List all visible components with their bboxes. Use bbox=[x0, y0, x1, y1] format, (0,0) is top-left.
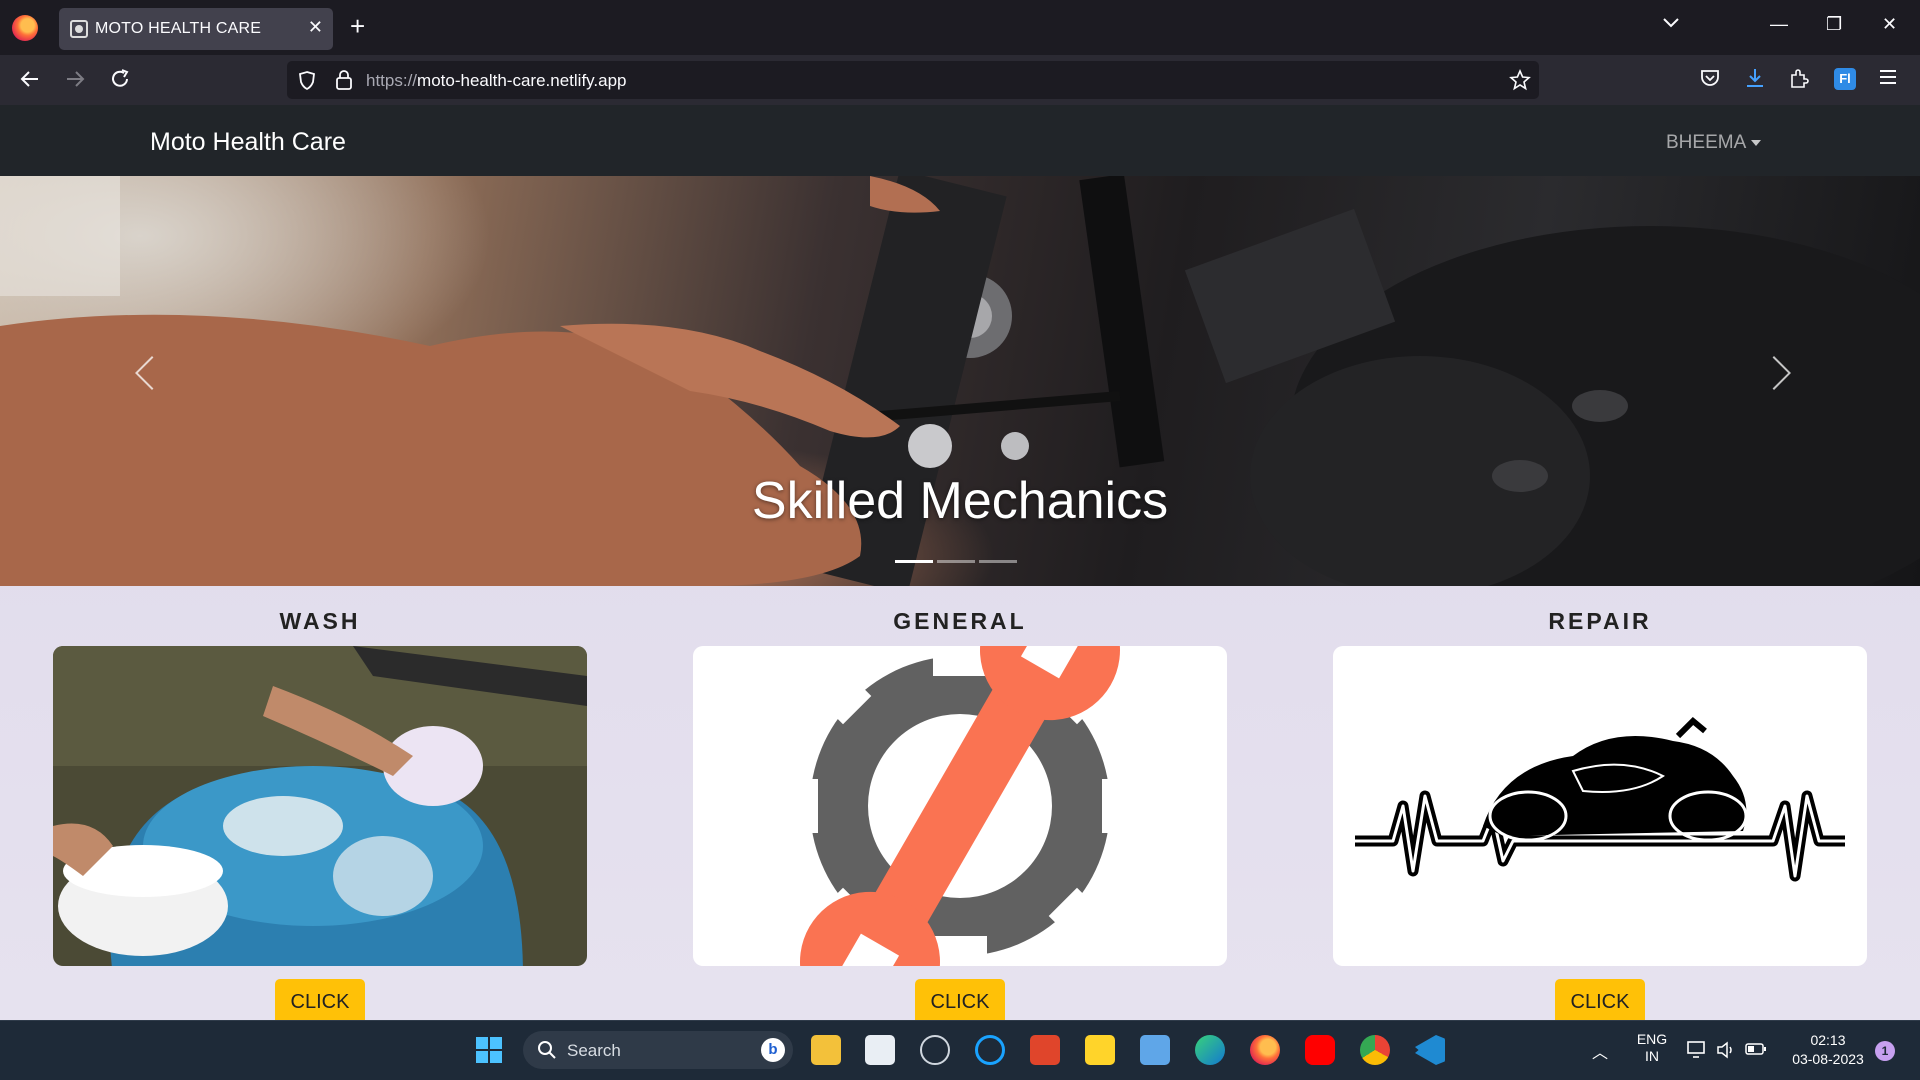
site-brand[interactable]: Moto Health Care bbox=[150, 128, 346, 157]
clock[interactable]: 02:13 03-08-2023 bbox=[1782, 1031, 1874, 1069]
user-name: BHEEMA bbox=[1666, 132, 1747, 153]
general-image bbox=[693, 646, 1227, 966]
search-icon bbox=[538, 1041, 556, 1059]
volume-icon[interactable] bbox=[1716, 1040, 1736, 1060]
browser-tabstrip: MOTO HEALTH CARE ✕ + — ❐ ✕ bbox=[0, 0, 1920, 55]
chrome-icon[interactable] bbox=[1360, 1035, 1390, 1065]
tab-title: MOTO HEALTH CARE bbox=[95, 20, 262, 37]
carousel-indicators bbox=[895, 550, 1021, 568]
clock-date: 03-08-2023 bbox=[1792, 1051, 1864, 1067]
site-navbar: Moto Health Care BHEEMA bbox=[0, 105, 1920, 176]
chevron-up-icon[interactable]: ︿ bbox=[1592, 1039, 1608, 1063]
extensions-icon[interactable] bbox=[1788, 67, 1810, 89]
hero-caption: Skilled Mechanics bbox=[751, 472, 1169, 530]
url-host: moto-health-care.netlify.app bbox=[417, 71, 627, 90]
restore-window-icon[interactable]: ❐ bbox=[1826, 14, 1842, 35]
url-text[interactable]: https://moto-health-care.netlify.app bbox=[366, 71, 627, 91]
minimize-window-icon[interactable]: — bbox=[1770, 14, 1788, 35]
address-bar[interactable]: https://moto-health-care.netlify.app bbox=[287, 61, 1539, 99]
dell-icon[interactable] bbox=[920, 1035, 950, 1065]
service-wash: WASH CLICK bbox=[53, 586, 587, 1020]
notification-badge[interactable]: 1 bbox=[1875, 1041, 1895, 1061]
wash-image bbox=[53, 646, 587, 966]
close-tab-icon[interactable]: ✕ bbox=[308, 17, 323, 38]
taskbar-search[interactable]: Search b bbox=[523, 1031, 793, 1069]
cortana-icon[interactable] bbox=[975, 1035, 1005, 1065]
general-click-button[interactable]: CLICK bbox=[914, 979, 1006, 1020]
youtube-icon[interactable] bbox=[1305, 1035, 1335, 1065]
bookmark-star-icon[interactable] bbox=[1509, 69, 1531, 91]
repair-click-button[interactable]: CLICK bbox=[1554, 979, 1646, 1020]
notepad-icon[interactable] bbox=[1140, 1035, 1170, 1065]
firefox-icon[interactable] bbox=[12, 15, 38, 41]
carousel-indicator[interactable] bbox=[937, 560, 975, 563]
carousel-indicator[interactable] bbox=[979, 560, 1017, 563]
shield-icon[interactable] bbox=[297, 70, 317, 90]
hero-carousel: Skilled Mechanics bbox=[0, 176, 1920, 586]
service-title: GENERAL bbox=[893, 608, 1027, 634]
service-general: GENERAL CLICK bbox=[693, 586, 1227, 1020]
service-title: WASH bbox=[279, 608, 361, 634]
web-page: Moto Health Care BHEEMA Skilled Mechanic… bbox=[0, 105, 1920, 1020]
windows-taskbar: Search b ︿ ENG IN 02:13 03-08-2023 1 bbox=[0, 1020, 1920, 1080]
back-icon[interactable] bbox=[18, 67, 42, 91]
pocket-icon[interactable] bbox=[1699, 67, 1721, 89]
repair-image bbox=[1333, 646, 1867, 966]
site-favicon-icon bbox=[70, 20, 88, 38]
close-window-icon[interactable]: ✕ bbox=[1882, 14, 1897, 35]
user-dropdown[interactable]: BHEEMA bbox=[1666, 132, 1762, 154]
service-title: REPAIR bbox=[1548, 608, 1652, 634]
url-protocol: https:// bbox=[366, 71, 418, 90]
downloads-icon[interactable] bbox=[1744, 67, 1766, 89]
browser-toolbar: https://moto-health-care.netlify.app Fl bbox=[0, 55, 1920, 105]
microsoft-store-icon[interactable] bbox=[865, 1035, 895, 1065]
firefox-taskbar-icon[interactable] bbox=[1250, 1035, 1280, 1065]
reload-icon[interactable] bbox=[108, 67, 132, 91]
language-indicator[interactable]: ENG IN bbox=[1632, 1031, 1672, 1065]
vscode-icon[interactable] bbox=[1415, 1035, 1445, 1065]
lang-top: ENG bbox=[1636, 1031, 1668, 1047]
lang-bottom: IN bbox=[1645, 1048, 1659, 1064]
search-label: Search bbox=[567, 1041, 621, 1060]
clock-time: 02:13 bbox=[1810, 1032, 1846, 1048]
windows-start-icon[interactable] bbox=[474, 1035, 504, 1065]
browser-tab-active[interactable]: MOTO HEALTH CARE ✕ bbox=[59, 8, 333, 50]
wash-click-button[interactable]: CLICK bbox=[274, 979, 366, 1020]
network-icon[interactable] bbox=[1686, 1040, 1708, 1060]
forward-icon[interactable] bbox=[63, 67, 87, 91]
sticky-notes-icon[interactable] bbox=[1085, 1035, 1115, 1065]
motorcycle-heartbeat-icon bbox=[1355, 716, 1845, 882]
power-app-icon[interactable] bbox=[1030, 1035, 1060, 1065]
gear-wrench-icon bbox=[788, 646, 1132, 966]
file-explorer-icon[interactable] bbox=[811, 1035, 841, 1065]
edge-icon[interactable] bbox=[1195, 1035, 1225, 1065]
lock-icon[interactable] bbox=[335, 69, 353, 91]
app-menu-icon[interactable] bbox=[1878, 67, 1898, 87]
bing-icon[interactable]: b bbox=[761, 1038, 785, 1062]
carousel-indicator[interactable] bbox=[895, 560, 933, 563]
service-repair: REPAIR CLICK bbox=[1333, 586, 1867, 1020]
new-tab-icon[interactable]: + bbox=[350, 11, 365, 42]
caret-down-icon bbox=[1751, 139, 1762, 146]
list-all-tabs-icon[interactable] bbox=[1663, 17, 1679, 29]
battery-icon[interactable] bbox=[1745, 1042, 1767, 1056]
extension-fi-icon[interactable]: Fl bbox=[1834, 68, 1856, 90]
